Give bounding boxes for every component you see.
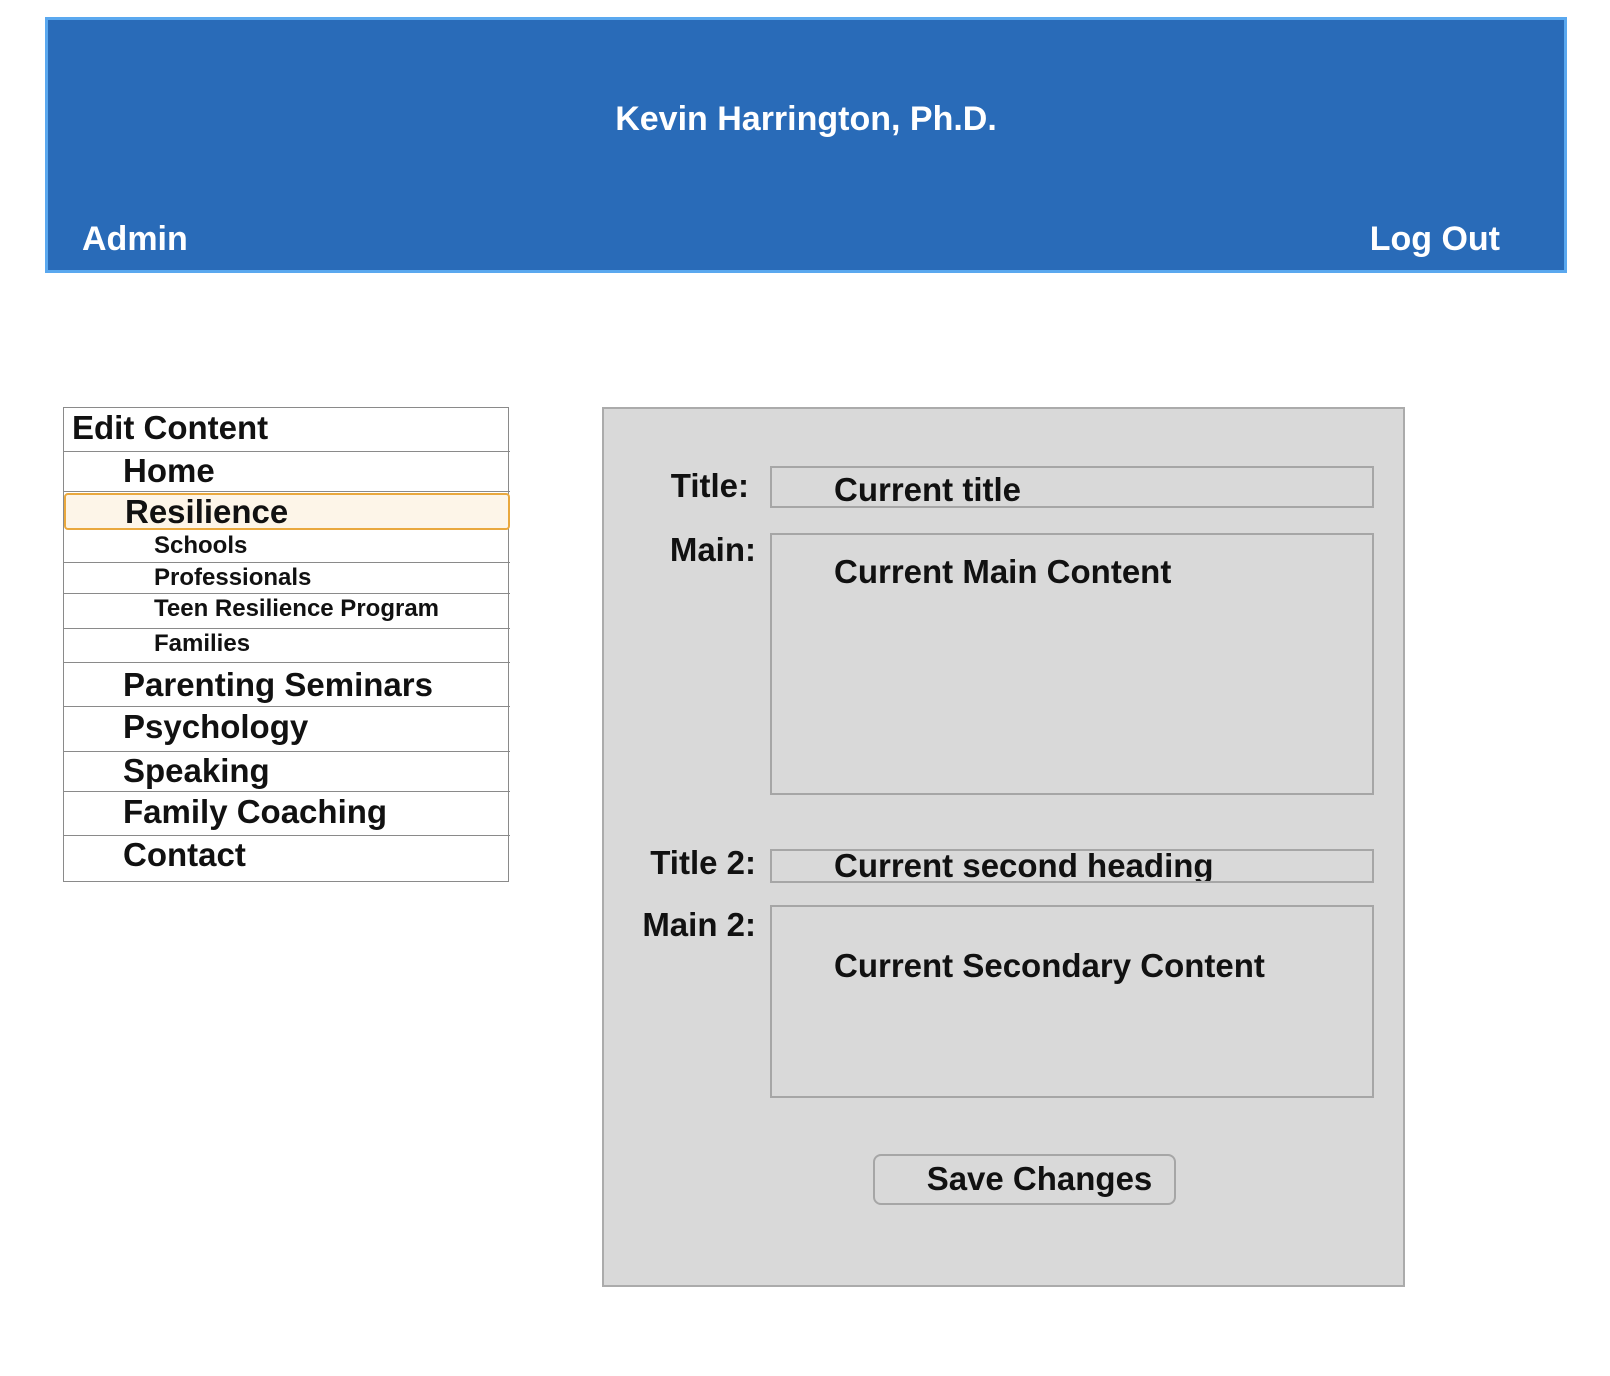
- nav-item-psychology[interactable]: Psychology: [64, 707, 510, 752]
- nav-item-parenting-seminars[interactable]: Parenting Seminars: [64, 663, 510, 707]
- nav-item-family-coaching[interactable]: Family Coaching: [64, 792, 510, 836]
- title2-input[interactable]: Current second heading: [770, 849, 1374, 883]
- edit-content-nav: Edit Content Home Resilience Schools Pro…: [63, 407, 510, 882]
- nav-item-home[interactable]: Home: [64, 452, 510, 492]
- nav-item-professionals[interactable]: Professionals: [64, 563, 510, 594]
- nav-item-teen-resilience-program[interactable]: Teen Resilience Program: [64, 594, 510, 629]
- title-label: Title:: [670, 467, 749, 504]
- logout-link[interactable]: Log Out: [1370, 220, 1500, 259]
- edit-content-heading: Edit Content: [64, 408, 510, 452]
- nav-item-resilience[interactable]: Resilience: [64, 493, 510, 530]
- main2-content-textarea[interactable]: Current Secondary Content: [770, 905, 1374, 1098]
- title2-label: Title 2:: [650, 844, 756, 881]
- save-changes-button[interactable]: Save Changes: [873, 1154, 1176, 1205]
- nav-item-schools[interactable]: Schools: [64, 531, 510, 563]
- main2-label: Main 2:: [642, 906, 756, 943]
- nav-item-contact[interactable]: Contact: [64, 836, 510, 880]
- nav-item-families[interactable]: Families: [64, 629, 510, 663]
- site-header: Kevin Harrington, Ph.D. Admin Log Out: [45, 17, 1567, 273]
- site-title: Kevin Harrington, Ph.D.: [615, 100, 997, 138]
- admin-link[interactable]: Admin: [82, 220, 188, 259]
- nav-item-speaking[interactable]: Speaking: [64, 752, 510, 792]
- content-editor-panel: Title: Current title Main: Current Main …: [602, 407, 1405, 1287]
- title-input[interactable]: Current title: [770, 466, 1374, 508]
- main-content-textarea[interactable]: Current Main Content: [770, 533, 1374, 795]
- main-label: Main:: [669, 531, 756, 568]
